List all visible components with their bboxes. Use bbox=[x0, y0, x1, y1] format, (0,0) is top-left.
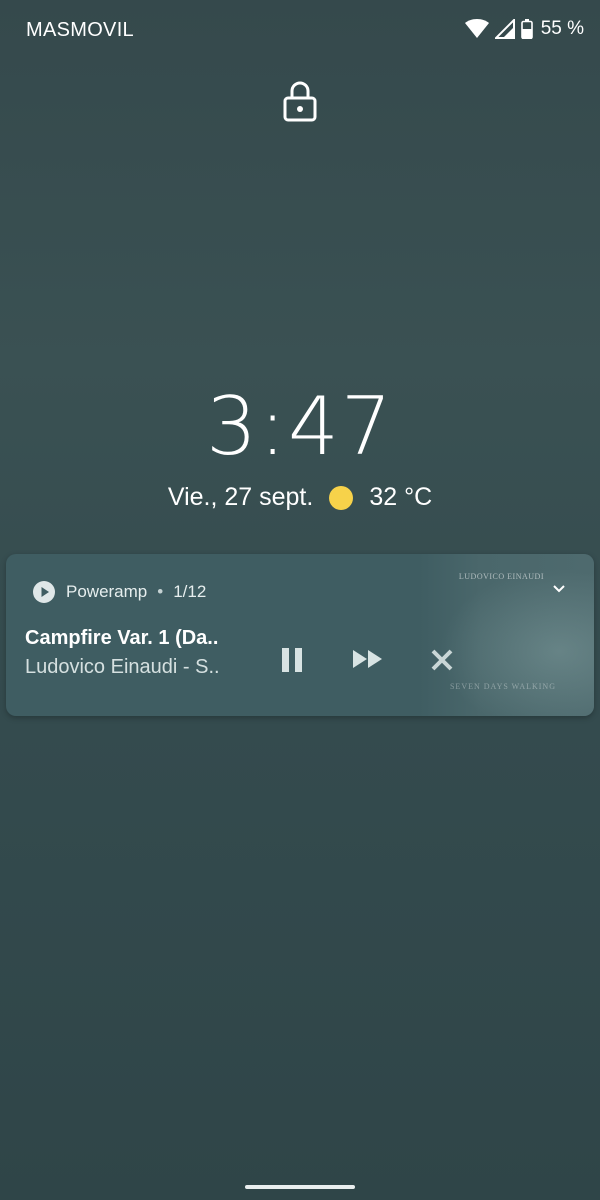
status-icons: 55 % bbox=[464, 18, 584, 40]
fast-forward-icon[interactable] bbox=[352, 648, 384, 670]
close-icon[interactable] bbox=[430, 648, 454, 672]
sun-icon bbox=[329, 485, 354, 510]
temperature-label: 32 °C bbox=[369, 483, 433, 511]
cellular-signal-icon bbox=[494, 19, 515, 39]
lock-icon[interactable] bbox=[282, 80, 318, 122]
clock: 3:47 bbox=[206, 380, 394, 473]
pause-icon[interactable] bbox=[280, 646, 304, 674]
battery-percentage: 55 % bbox=[540, 18, 584, 39]
status-bar: MASMOVIL 55 % bbox=[0, 0, 600, 62]
poweramp-app-icon bbox=[33, 581, 55, 603]
chevron-down-icon[interactable] bbox=[552, 584, 566, 594]
album-art-artist: LUDOVICO EINAUDI bbox=[458, 572, 544, 581]
wifi-icon bbox=[464, 19, 489, 38]
home-indicator[interactable] bbox=[245, 1185, 355, 1189]
track-counter: 1/12 bbox=[173, 582, 207, 601]
track-artist: Ludovico Einaudi - S.. bbox=[25, 656, 220, 678]
album-art-title: SEVEN DAYS WALKING bbox=[449, 682, 556, 691]
app-name: Poweramp bbox=[66, 582, 148, 601]
header-separator: • bbox=[157, 582, 164, 601]
date-label: Vie., 27 sept. bbox=[167, 483, 314, 511]
notification-header: Poweramp • 1/12 bbox=[32, 580, 206, 604]
battery-icon bbox=[520, 19, 533, 39]
date-weather-row[interactable]: Vie., 27 sept. 32 °C bbox=[0, 483, 600, 512]
carrier-label: MASMOVIL bbox=[26, 19, 134, 41]
track-title: Campfire Var. 1 (Da.. bbox=[25, 627, 219, 649]
album-art: LUDOVICO EINAUDI SEVEN DAYS WALKING bbox=[419, 554, 594, 716]
